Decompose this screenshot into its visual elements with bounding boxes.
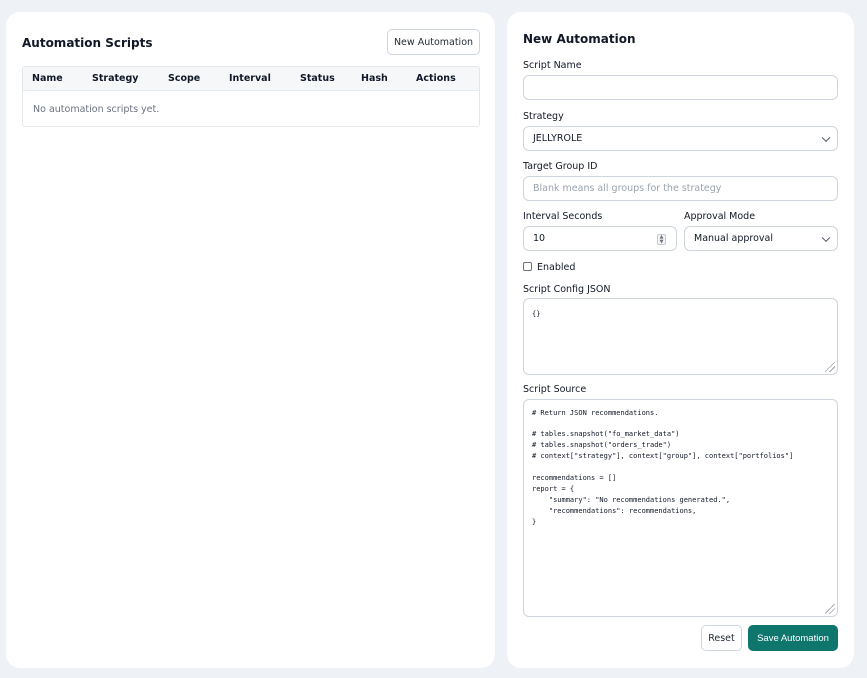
- save-automation-button[interactable]: Save Automation: [748, 625, 838, 651]
- empty-state-message: No automation scripts yet.: [33, 104, 160, 115]
- code-line: # tables.snapshot("orders_trade"): [532, 441, 672, 449]
- panel-title: Automation Scripts: [22, 36, 153, 50]
- column-header-name: Name: [32, 73, 63, 84]
- interval-label: Interval Seconds: [523, 211, 603, 222]
- chevron-down-icon: [821, 233, 831, 242]
- code-line: "summary": "No recommendations generated…: [532, 496, 731, 504]
- table-header: Name Strategy Scope Interval Status Hash…: [23, 67, 479, 91]
- code-line: # tables.snapshot("fo_market_data"): [532, 430, 680, 438]
- column-header-scope: Scope: [168, 73, 201, 84]
- resize-handle-icon[interactable]: [825, 604, 835, 614]
- column-header-interval: Interval: [229, 73, 271, 84]
- code-line: # Return JSON recommendations.: [532, 409, 659, 417]
- automation-scripts-table: Name Strategy Scope Interval Status Hash…: [22, 66, 480, 127]
- column-header-actions: Actions: [416, 73, 456, 84]
- strategy-label: Strategy: [523, 111, 564, 122]
- new-automation-form: New Automation Script Name Strategy JELL…: [507, 12, 854, 668]
- script-name-input[interactable]: [523, 75, 838, 100]
- config-json-label: Script Config JSON: [523, 284, 611, 295]
- code-line: report = {: [532, 485, 575, 493]
- config-json-textarea[interactable]: {}: [523, 298, 838, 375]
- number-spinner-icon[interactable]: ▲ ▼: [657, 234, 666, 245]
- new-automation-button[interactable]: New Automation: [387, 29, 480, 55]
- column-header-hash: Hash: [361, 73, 388, 84]
- code-line: }: [532, 518, 537, 526]
- approval-mode-select[interactable]: Manual approval: [684, 226, 838, 251]
- enabled-label: Enabled: [537, 262, 576, 273]
- target-group-placeholder: Blank means all groups for the strategy: [533, 183, 722, 194]
- script-source-label: Script Source: [523, 384, 587, 395]
- column-header-status: Status: [300, 73, 335, 84]
- column-header-strategy: Strategy: [92, 73, 139, 84]
- approval-mode-selected-value: Manual approval: [694, 233, 774, 244]
- strategy-selected-value: JELLYROLE: [533, 133, 583, 144]
- script-name-label: Script Name: [523, 60, 582, 71]
- interval-seconds-input[interactable]: 10 ▲ ▼: [523, 226, 677, 251]
- config-json-value: {}: [532, 310, 541, 318]
- interval-value: 10: [533, 233, 546, 244]
- reset-button[interactable]: Reset: [701, 625, 742, 651]
- target-group-label: Target Group ID: [523, 161, 598, 172]
- script-source-textarea[interactable]: # Return JSON recommendations. # tables.…: [523, 399, 838, 617]
- form-title: New Automation: [523, 32, 636, 46]
- strategy-select[interactable]: JELLYROLE: [523, 126, 838, 151]
- code-line: # context["strategy"], context["group"],…: [532, 452, 794, 460]
- target-group-input[interactable]: Blank means all groups for the strategy: [523, 176, 838, 201]
- chevron-down-icon: [821, 133, 831, 142]
- approval-mode-label: Approval Mode: [684, 211, 756, 222]
- resize-handle-icon[interactable]: [825, 362, 835, 372]
- automation-scripts-panel: Automation Scripts New Automation Name S…: [6, 12, 495, 668]
- code-line: recommendations = []: [532, 474, 617, 482]
- enabled-checkbox[interactable]: [523, 262, 532, 271]
- code-line: "recommendations": recommendations,: [532, 507, 697, 515]
